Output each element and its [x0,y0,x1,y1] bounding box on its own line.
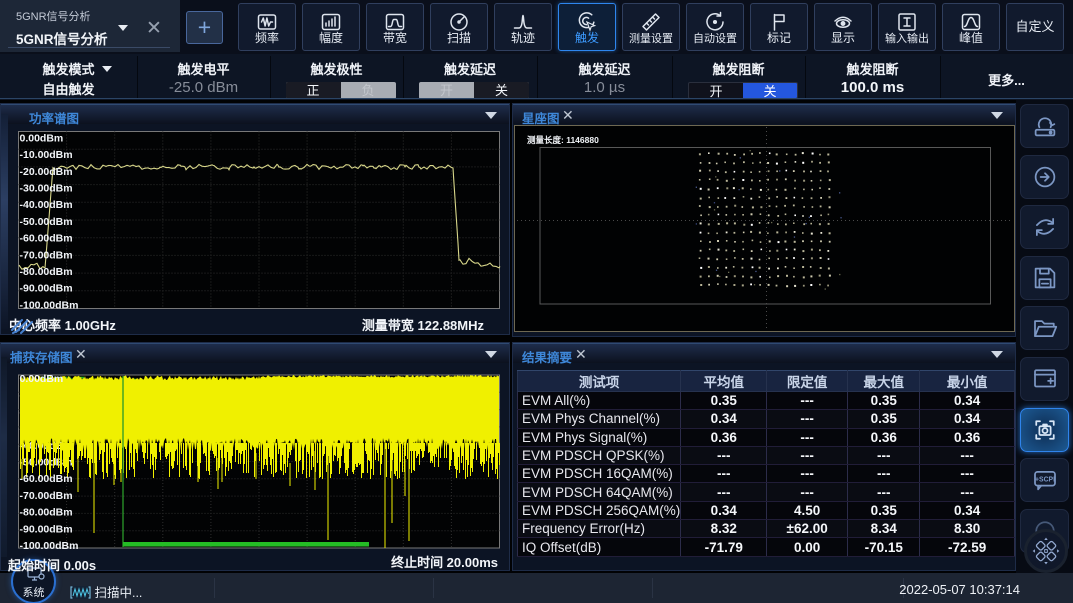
svg-text:-50.00dBm: -50.00dBm [20,216,73,228]
svg-text:-60.00dBm: -60.00dBm [20,473,73,485]
svg-text:-100.00dBm: -100.00dBm [20,299,79,311]
svg-text:-40.00dBm: -40.00dBm [20,199,73,211]
svg-text:-20.00dBm: -20.00dBm [20,166,73,178]
svg-text:-30.00dBm: -30.00dBm [20,183,73,195]
svg-text:测量带宽 122.88MHz: 测量带宽 122.88MHz [362,318,485,333]
svg-text:0.00dBm: 0.00dBm [20,373,64,385]
svg-text:-80.00dBm: -80.00dBm [20,266,73,278]
svg-text:中心频率 1.00GHz: 中心频率 1.00GHz [9,318,116,333]
svg-text:终止时间 20.00ms: 终止时间 20.00ms [391,555,498,570]
svg-text:-90.00dBm: -90.00dBm [20,523,73,535]
svg-text:+SCPI: +SCPI [1034,476,1054,483]
svg-text:-60.00dBm: -60.00dBm [20,233,73,245]
svg-text:-10.00dBm: -10.00dBm [20,149,73,161]
svg-text:0.00dBm: 0.00dBm [20,132,64,144]
svg-text:-80.00dBm: -80.00dBm [20,507,73,519]
svg-text:-90.00dBm: -90.00dBm [20,283,73,295]
svg-text:-70.00dBm: -70.00dBm [20,490,73,502]
svg-text:-70.00dBm: -70.00dBm [20,249,73,261]
svg-text:-100.00dBm: -100.00dBm [20,540,79,552]
svg-text:测量长度: 1146880: 测量长度: 1146880 [527,135,599,145]
